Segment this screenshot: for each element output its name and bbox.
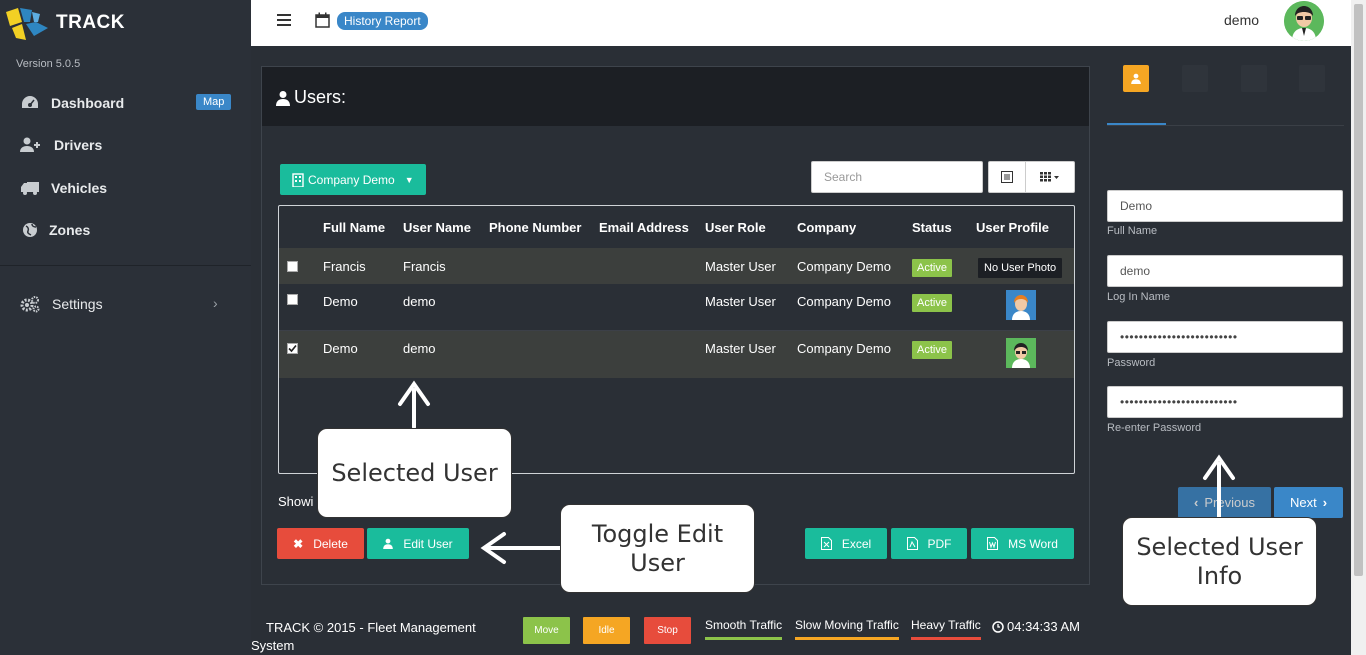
selected-user-callout: Selected User — [317, 428, 512, 518]
toggle-edit-callout: Toggle Edit User — [560, 504, 755, 593]
selected-user-info-callout: Selected User Info — [1122, 517, 1317, 606]
